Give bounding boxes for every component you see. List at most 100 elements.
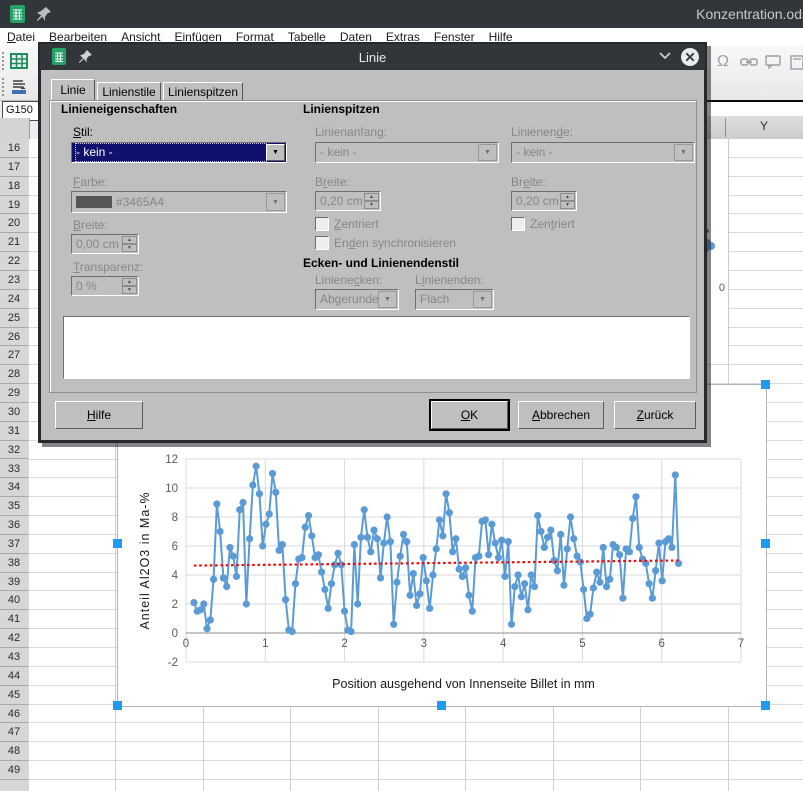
tab-linienstile[interactable]: Linienstile [97,82,161,101]
grid-line [29,779,803,780]
row-header-30[interactable]: 30 [0,403,28,422]
corner-header [0,118,30,140]
spin-buttons: ▲▼ [364,193,379,209]
cancel-button[interactable]: Abbrechen [518,401,604,429]
row-header-22[interactable]: 22 [0,252,28,271]
row-header-17[interactable]: 17 [0,158,28,177]
corner-style-combobox: Abgerundet ▼ [315,289,399,310]
start-centered-label: Zentriert [334,217,379,231]
style-combobox[interactable]: - kein - ▼ [71,142,287,163]
selection-handle[interactable] [113,701,122,710]
special-character-icon[interactable]: Ω [712,51,734,73]
end-centered-label: Zentriert [530,217,575,231]
dropdown-arrow-icon: ▼ [378,291,397,308]
row-header-38[interactable]: 38 [0,554,28,573]
start-width-spinner: 0,20 cm ▲▼ [315,191,381,211]
comment-icon[interactable] [762,51,784,73]
row-header-20[interactable]: 20 [0,214,28,233]
dropdown-arrow-icon: ▼ [674,144,693,161]
start-centered-checkbox [315,217,329,231]
transparency-label: Transparenz: [73,260,143,274]
calc-icon [10,5,27,23]
row-header-23[interactable]: 23 [0,271,28,290]
reset-button[interactable]: Zurück [614,401,696,429]
close-icon[interactable] [680,47,700,67]
fragment-axis-label: 0 [719,282,725,294]
svg-text:2: 2 [341,638,347,650]
dropdown-arrow-icon: ▼ [473,291,492,308]
row-header-47[interactable]: 47 [0,723,28,742]
selection-handle[interactable] [437,701,446,710]
row-headers[interactable]: 1617181920212223242526272829303132333435… [0,139,30,791]
tab-linienspitzen[interactable]: Linienspitzen [163,82,243,101]
row-header-32[interactable]: 32 [0,441,28,460]
row-header-48[interactable]: 48 [0,742,28,761]
selection-handle[interactable] [761,380,770,389]
print-icon[interactable] [8,76,30,98]
svg-text:4: 4 [172,570,179,582]
window-titlebar: Konzentration.ods [0,0,803,28]
row-header-31[interactable]: 31 [0,422,28,441]
toolbar-drag-handle[interactable] [1,51,6,71]
row-header-41[interactable]: 41 [0,610,28,629]
row-header-36[interactable]: 36 [0,516,28,535]
selection-handle[interactable] [761,539,770,548]
row-header-25[interactable]: 25 [0,309,28,328]
row-header-29[interactable]: 29 [0,384,28,403]
row-header-24[interactable]: 24 [0,290,28,309]
start-width-label: Breite: [315,175,350,189]
row-header-45[interactable]: 45 [0,686,28,705]
row-header-44[interactable]: 44 [0,667,28,686]
column-header[interactable]: Y [700,116,803,140]
tab-linie[interactable]: Linie [51,79,95,101]
column-header-label: Y [725,119,803,133]
dropdown-arrow-icon: ▼ [266,193,285,211]
selection-handle[interactable] [761,701,770,710]
row-header-46[interactable]: 46 [0,705,28,724]
row-header-27[interactable]: 27 [0,346,28,365]
grid-line [29,760,803,761]
row-header-26[interactable]: 26 [0,328,28,347]
corner-style-label: Linienecken: [315,273,382,287]
row-header-16[interactable]: 16 [0,139,28,158]
svg-text:6: 6 [172,541,178,553]
application-window: Konzentration.ods DateiBearbeitenAnsicht… [0,0,803,791]
row-header-19[interactable]: 19 [0,196,28,215]
row-header-43[interactable]: 43 [0,648,28,667]
row-header-35[interactable]: 35 [0,497,28,516]
svg-text:6: 6 [659,638,665,650]
svg-text:5: 5 [579,638,585,650]
row-header-42[interactable]: 42 [0,629,28,648]
grid-line [29,722,803,723]
hyperlink-icon[interactable] [738,51,760,73]
selection-handle[interactable] [113,539,122,548]
svg-text:-2: -2 [168,657,178,669]
help-button[interactable]: Hilfe [55,401,143,429]
row-header-28[interactable]: 28 [0,365,28,384]
svg-text:2: 2 [172,599,178,611]
svg-text:0: 0 [172,628,178,640]
end-centered-checkbox [511,217,525,231]
line-end-combobox: - kein - ▼ [511,142,695,163]
row-header-34[interactable]: 34 [0,478,28,497]
width-spinner: 0,00 cm ▲▼ [71,234,139,254]
dialog-titlebar[interactable]: Linie [40,44,705,70]
headers-footers-icon[interactable] [786,51,803,73]
spin-buttons: ▲▼ [122,278,137,294]
spreadsheet-icon[interactable] [8,50,30,72]
window-title: Konzentration.ods [696,6,803,22]
svg-text:7: 7 [738,638,744,650]
row-header-18[interactable]: 18 [0,177,28,196]
collapse-icon[interactable] [658,52,672,61]
row-header-33[interactable]: 33 [0,460,28,479]
toolbar-drag-handle[interactable] [1,77,6,97]
menu-item-datei[interactable]: Datei [0,29,42,45]
row-header-37[interactable]: 37 [0,535,28,554]
row-header-39[interactable]: 39 [0,573,28,592]
row-header-49[interactable]: 49 [0,761,28,780]
row-header-40[interactable]: 40 [0,591,28,610]
row-header-21[interactable]: 21 [0,233,28,252]
dropdown-arrow-icon[interactable]: ▼ [266,144,285,161]
pin-icon[interactable] [36,6,52,22]
ok-button[interactable]: OK [431,401,508,429]
